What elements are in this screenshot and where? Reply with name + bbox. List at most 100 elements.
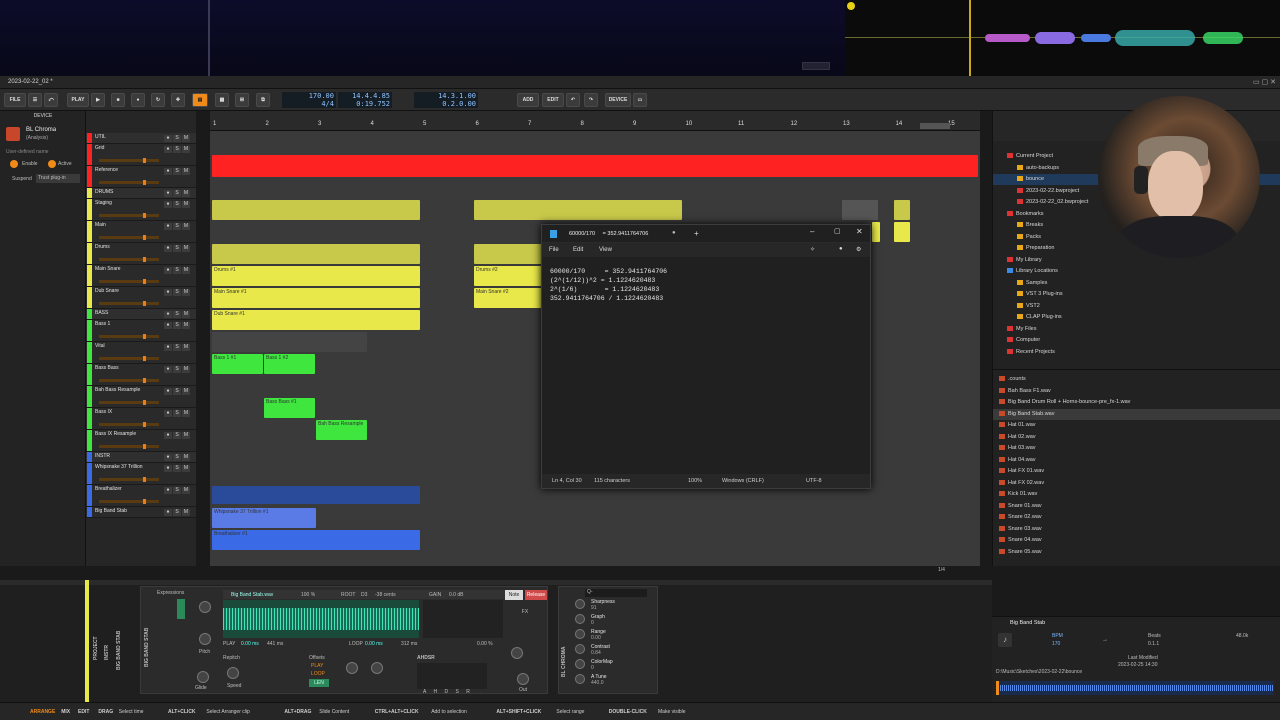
tempo-display[interactable]: 170.00 4/4 — [282, 92, 336, 108]
file-item[interactable]: Hat 03.wav — [993, 443, 1280, 454]
solo-button[interactable]: S — [173, 135, 181, 142]
timeline-ruler[interactable]: 1 2 3 4 5 6 7 8 9 10 11 12 13 14 15 — [210, 111, 980, 131]
browser-tree-item[interactable]: CLAP Plug-ins — [993, 312, 1280, 323]
track-name[interactable]: Big Band Stab — [95, 508, 155, 514]
automation-icon[interactable]: ↻ — [151, 93, 165, 107]
mute-button[interactable]: M — [182, 146, 190, 153]
undo-icon[interactable]: ⤺ — [44, 93, 58, 107]
mute-button[interactable]: M — [182, 201, 190, 208]
offset-knob-1[interactable] — [346, 662, 358, 674]
page-counter[interactable]: 1/4 — [938, 567, 945, 573]
fx-label[interactable]: FX — [505, 609, 545, 615]
track-name[interactable]: Whipsnake 37 Trillion — [95, 464, 155, 470]
track-name[interactable]: Drums — [95, 244, 155, 250]
track-name[interactable]: Bass IX Resample — [95, 431, 155, 437]
main-clip[interactable] — [474, 244, 544, 264]
volume-fader[interactable] — [99, 400, 159, 405]
mute-button[interactable]: M — [182, 267, 190, 274]
edit-button[interactable]: EDIT — [542, 93, 564, 107]
start-time[interactable]: 0.00 ms — [241, 641, 259, 647]
device-button[interactable]: DEVICE — [605, 93, 631, 107]
speed-knob[interactable] — [227, 667, 239, 679]
mute-button[interactable]: M — [182, 465, 190, 472]
solo-button[interactable]: S — [173, 432, 181, 439]
track-header[interactable]: Staging ● S M — [86, 199, 196, 221]
loop-length-time[interactable]: 312 ms — [401, 641, 417, 647]
instr-group-clip[interactable] — [212, 486, 420, 504]
chroma-search[interactable]: Q- — [585, 589, 647, 597]
solo-button[interactable]: S — [173, 289, 181, 296]
notepad-tab-title[interactable]: 60000/170 = 352.9411764706 — [569, 231, 648, 237]
menu-file[interactable]: File — [549, 247, 559, 253]
dub-snare-clip[interactable]: Dub Snare #1 — [212, 310, 420, 330]
record-arm-button[interactable]: ● — [164, 410, 172, 417]
shortcut-key[interactable]: EDIT — [78, 709, 89, 715]
staging-clip[interactable] — [894, 200, 910, 220]
volume-fader[interactable] — [99, 378, 159, 383]
main-clip[interactable] — [212, 244, 420, 264]
record-arm-button[interactable]: ● — [164, 487, 172, 494]
record-arm-button[interactable]: ● — [164, 245, 172, 252]
menu-view[interactable]: View — [599, 247, 612, 253]
fx-knob[interactable] — [511, 647, 523, 659]
drums-clip[interactable] — [872, 222, 880, 242]
param-value[interactable]: 0 — [591, 665, 594, 671]
offsets-loop[interactable]: LOOP — [311, 671, 325, 677]
volume-fader[interactable] — [99, 444, 159, 449]
select-knob[interactable] — [199, 601, 211, 613]
mute-button[interactable]: M — [182, 454, 190, 461]
param-knob[interactable] — [575, 599, 585, 609]
record-arm-button[interactable]: ● — [164, 344, 172, 351]
track-name[interactable]: Bah Bass Resample — [95, 387, 155, 393]
track-header[interactable]: Breathalizer ● S M — [86, 485, 196, 507]
volume-fader[interactable] — [99, 334, 159, 339]
loop-region[interactable] — [920, 123, 950, 129]
snare-clip[interactable]: Main Snare #1 — [212, 288, 420, 308]
track-name[interactable]: Bass Bass — [95, 365, 155, 371]
file-item[interactable]: Snare 04.wav — [993, 535, 1280, 546]
record-arm-button[interactable]: ● — [164, 135, 172, 142]
mute-button[interactable]: M — [182, 410, 190, 417]
browser-tree-item[interactable]: Samples — [993, 278, 1280, 289]
redo-edit-icon[interactable]: ↷ — [584, 93, 598, 107]
solo-button[interactable]: S — [173, 267, 181, 274]
browser-tree-item[interactable]: Computer — [993, 335, 1280, 346]
expressions-label[interactable]: Expressions — [157, 590, 184, 596]
solo-button[interactable]: S — [173, 344, 181, 351]
track-name[interactable]: Breathalizer — [95, 486, 155, 492]
active-icon[interactable] — [48, 160, 56, 168]
staging-clip[interactable] — [212, 200, 420, 220]
volume-fader[interactable] — [99, 301, 159, 306]
volume-fader[interactable] — [99, 213, 159, 218]
track-header[interactable]: Vital ● S M — [86, 342, 196, 364]
param-value[interactable]: 0.00 — [591, 635, 601, 641]
undo-edit-icon[interactable]: ↶ — [566, 93, 580, 107]
tab-close-icon[interactable]: ● — [672, 230, 676, 236]
notepad-text-area[interactable]: 60000/170 = 352.9411764706 (2^(1/12))^2 =… — [550, 267, 667, 303]
record-arm-button[interactable]: ● — [164, 366, 172, 373]
repitch-mode[interactable]: Repitch — [223, 655, 240, 661]
notepad-titlebar[interactable]: 60000/170 = 352.9411764706 ● + – ▢ ✕ — [542, 225, 870, 243]
record-arm-button[interactable]: ● — [164, 289, 172, 296]
solo-button[interactable]: S — [173, 322, 181, 329]
track-header[interactable]: Main ● S M — [86, 221, 196, 243]
volume-fader[interactable] — [99, 158, 159, 163]
record-arm-button[interactable]: ● — [164, 509, 172, 516]
file-item[interactable]: Bah Bass F1.wav — [993, 386, 1280, 397]
param-value[interactable]: 91 — [591, 605, 597, 611]
volume-fader[interactable] — [99, 499, 159, 504]
volume-fader[interactable] — [99, 356, 159, 361]
browser-tree-item[interactable]: VST2 — [993, 301, 1280, 312]
volume-fader[interactable] — [99, 422, 159, 427]
bass-group-clip[interactable] — [212, 332, 367, 352]
param-knob[interactable] — [575, 629, 585, 639]
snap-icon[interactable]: ⊞ — [235, 93, 249, 107]
cents-value[interactable]: -38 cents — [375, 592, 396, 598]
track-name[interactable]: BASS — [95, 310, 155, 316]
sample-name[interactable]: Big Band Stab.wav — [231, 592, 273, 598]
file-item[interactable]: Big Band Stab.wav — [993, 408, 1280, 420]
mute-button[interactable]: M — [182, 432, 190, 439]
file-item[interactable]: Hat 01.wav — [993, 420, 1280, 431]
volume-fader[interactable] — [99, 235, 159, 240]
record-arm-button[interactable]: ● — [164, 465, 172, 472]
